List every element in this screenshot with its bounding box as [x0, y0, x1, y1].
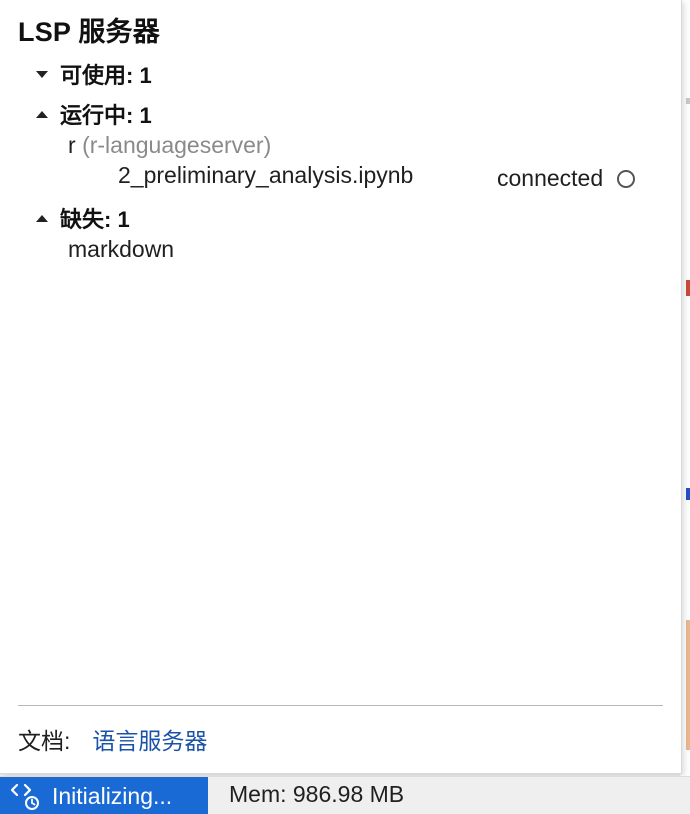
caret-up-icon[interactable] — [36, 214, 48, 222]
circle-outline-icon — [617, 169, 636, 188]
section-available[interactable]: 可使用: 1 — [36, 58, 152, 90]
caret-up-icon[interactable] — [36, 110, 48, 118]
language-servers-docs-link[interactable]: 语言服务器 — [92, 722, 207, 756]
missing-language: markdown — [68, 236, 175, 262]
app-stage: LSP 服务器 可使用: 1 运行中: 1 r (r-languageserve… — [0, 0, 690, 814]
divider — [18, 705, 663, 706]
connection-status: connected — [497, 165, 636, 192]
code-brackets-icon — [10, 781, 40, 811]
lsp-status-item[interactable]: Initializing... — [0, 777, 208, 814]
section-running-label: 运行中: 1 — [60, 103, 152, 128]
section-missing-label: 缺失: 1 — [60, 207, 130, 232]
background-mark — [686, 280, 690, 296]
background-mark — [686, 620, 690, 750]
status-bar: Initializing... Mem: 986.98 MB — [0, 776, 690, 814]
caret-down-icon[interactable] — [36, 70, 48, 78]
section-running[interactable]: 运行中: 1 — [36, 98, 152, 130]
lsp-status-popup: LSP 服务器 可使用: 1 运行中: 1 r (r-languageserve… — [0, 0, 682, 774]
background-mark — [686, 98, 690, 104]
popup-footer: 文档: 语言服务器 — [18, 722, 207, 756]
lsp-status-text: Initializing... — [52, 782, 173, 809]
memory-usage: Mem: 986.98 MB — [229, 781, 405, 807]
docs-label: 文档: — [18, 728, 71, 754]
server-document: 2_preliminary_analysis.ipynb — [118, 162, 414, 188]
section-available-label: 可使用: 1 — [60, 63, 152, 88]
connection-status-label: connected — [497, 165, 604, 191]
server-id: (r-languageserver) — [82, 132, 272, 158]
popup-title: LSP 服务器 — [18, 17, 160, 47]
section-missing[interactable]: 缺失: 1 — [36, 202, 130, 234]
background-mark — [686, 488, 690, 500]
running-server: r (r-languageserver) — [68, 132, 271, 159]
server-name: r — [68, 132, 76, 158]
